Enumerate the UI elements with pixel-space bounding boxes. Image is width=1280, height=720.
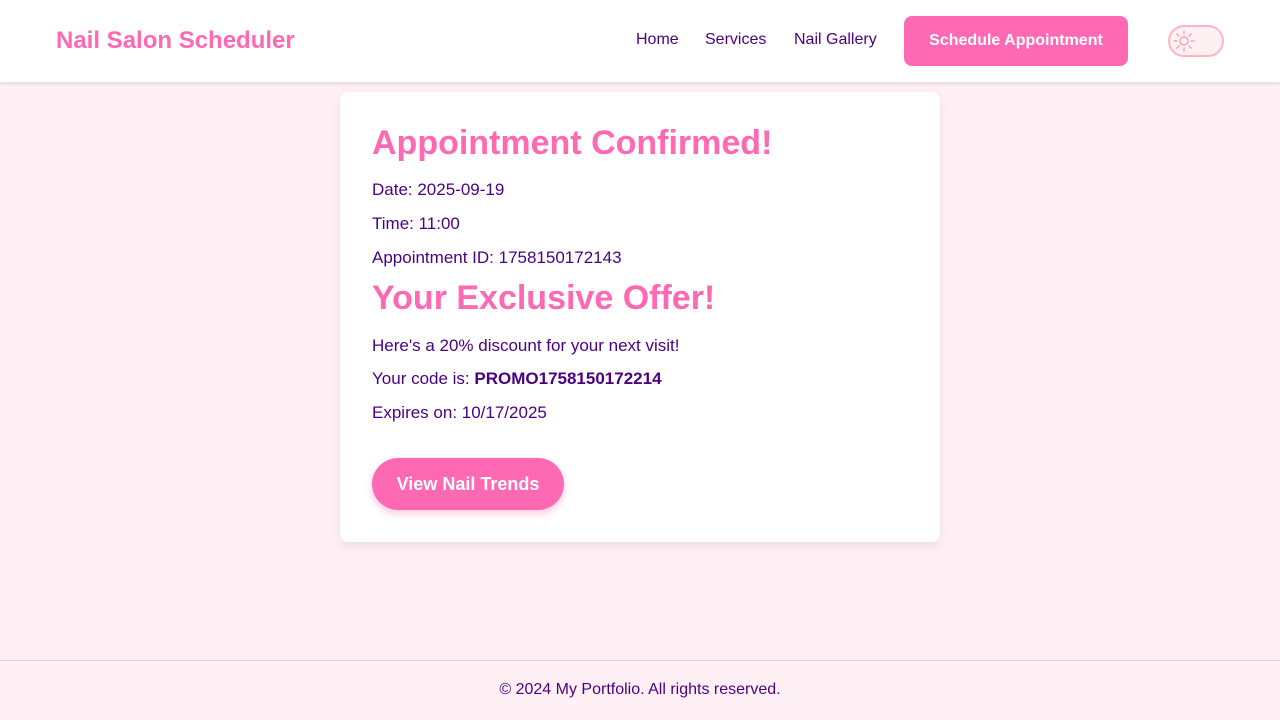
offer-code-label: Your code is: xyxy=(372,369,475,388)
appointment-id: Appointment ID: 1758150172143 xyxy=(372,248,622,267)
offer-discount-text: Here's a 20% discount for your next visi… xyxy=(372,336,680,355)
appointment-time: Time: 11:00 xyxy=(372,214,460,233)
site-footer: © 2024 My Portfolio. All rights reserved… xyxy=(0,660,1280,720)
offer-expiry: Expires on: 10/17/2025 xyxy=(372,403,547,422)
offer-title: Your Exclusive Offer! xyxy=(372,279,716,317)
view-nail-trends-button[interactable]: View Nail Trends xyxy=(372,458,564,510)
site-header: Nail Salon Scheduler Home Services Nail … xyxy=(0,0,1280,82)
nav-link-nail-gallery[interactable]: Nail Gallery xyxy=(794,30,877,50)
nav-link-services[interactable]: Services xyxy=(705,30,766,50)
nav-link-home[interactable]: Home xyxy=(636,30,679,50)
confirmation-card: Appointment Confirmed! Date: 2025-09-19 … xyxy=(340,92,940,542)
offer-code-line: Your code is: PROMO1758150172214 xyxy=(372,368,662,390)
promo-code: PROMO1758150172214 xyxy=(474,369,662,388)
schedule-appointment-button[interactable]: Schedule Appointment xyxy=(904,16,1128,66)
appointment-date: Date: 2025-09-19 xyxy=(372,180,505,199)
theme-toggle[interactable] xyxy=(1168,25,1224,57)
brand-title[interactable]: Nail Salon Scheduler xyxy=(56,26,295,56)
confirmation-title: Appointment Confirmed! xyxy=(372,124,773,162)
footer-copyright: © 2024 My Portfolio. All rights reserved… xyxy=(499,681,781,698)
